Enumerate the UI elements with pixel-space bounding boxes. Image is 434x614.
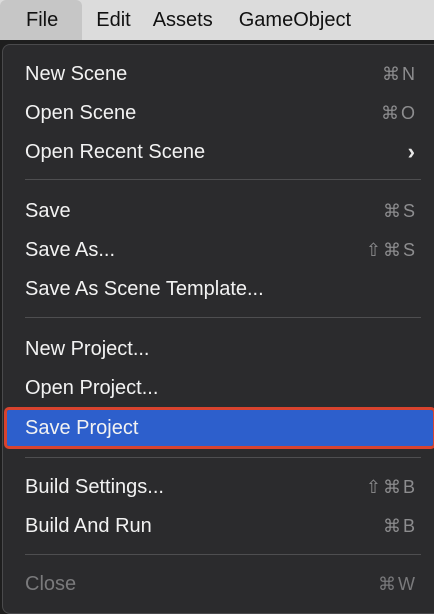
menu-item-label: Save As... [25, 238, 116, 261]
menu-separator [25, 554, 421, 555]
menubar-file[interactable]: File [0, 0, 83, 40]
shortcut-label: ⇧⌘B [365, 476, 417, 497]
menubar-edit[interactable]: Edit [82, 0, 152, 40]
menu-item-label: Open Project... [25, 376, 159, 399]
menu-item-label: Save Project [25, 416, 139, 439]
menu-item-label: Close [25, 572, 77, 595]
menu-item-label: Save As Scene Template... [25, 277, 264, 300]
menu-item-label: Open Scene [25, 101, 137, 124]
menu-item-label: Open Recent Scene [25, 140, 206, 163]
menubar-assets[interactable]: Assets [153, 0, 239, 40]
menu-item-build-and-run[interactable]: Build And Run ⌘B [3, 508, 434, 544]
menu-item-save-as[interactable]: Save As... ⇧⌘S [3, 232, 434, 268]
chevron-right-icon: › [407, 139, 415, 164]
menu-item-label: Save [25, 199, 71, 222]
menu-item-save-project[interactable]: Save Project [4, 407, 434, 449]
menu-item-new-scene[interactable]: New Scene ⌘N [3, 56, 434, 92]
menu-item-open-project[interactable]: Open Project... [3, 370, 434, 406]
menubar-gameobject[interactable]: GameObject [239, 0, 351, 40]
menu-item-label: Build And Run [25, 514, 152, 537]
menu-separator [25, 457, 421, 458]
shortcut-label: ⌘O [380, 102, 417, 123]
menu-item-save[interactable]: Save ⌘S [3, 193, 434, 229]
menu-separator [25, 317, 421, 318]
menu-item-label: New Scene [25, 62, 128, 85]
menu-item-save-as-scene-template[interactable]: Save As Scene Template... [3, 271, 434, 307]
menu-item-build-settings[interactable]: Build Settings... ⇧⌘B [3, 469, 434, 505]
file-menu-dropdown: New Scene ⌘N Open Scene ⌘O Open Recent S… [2, 44, 434, 614]
menu-item-label: Build Settings... [25, 475, 164, 498]
shortcut-label: ⌘B [382, 515, 417, 536]
shortcut-label: ⌘N [382, 63, 417, 84]
menu-item-close: Close ⌘W [3, 566, 434, 602]
shortcut-label: ⌘S [382, 200, 417, 221]
menu-item-label: New Project... [25, 337, 150, 360]
menu-bar: File Edit Assets GameObject [0, 0, 434, 40]
shortcut-label: ⇧⌘S [365, 239, 417, 260]
menu-item-open-scene[interactable]: Open Scene ⌘O [3, 95, 434, 131]
menu-separator [25, 179, 421, 180]
menu-item-open-recent-scene[interactable]: Open Recent Scene › [3, 134, 434, 170]
shortcut-label: ⌘W [378, 573, 417, 594]
menu-item-new-project[interactable]: New Project... [3, 331, 434, 367]
